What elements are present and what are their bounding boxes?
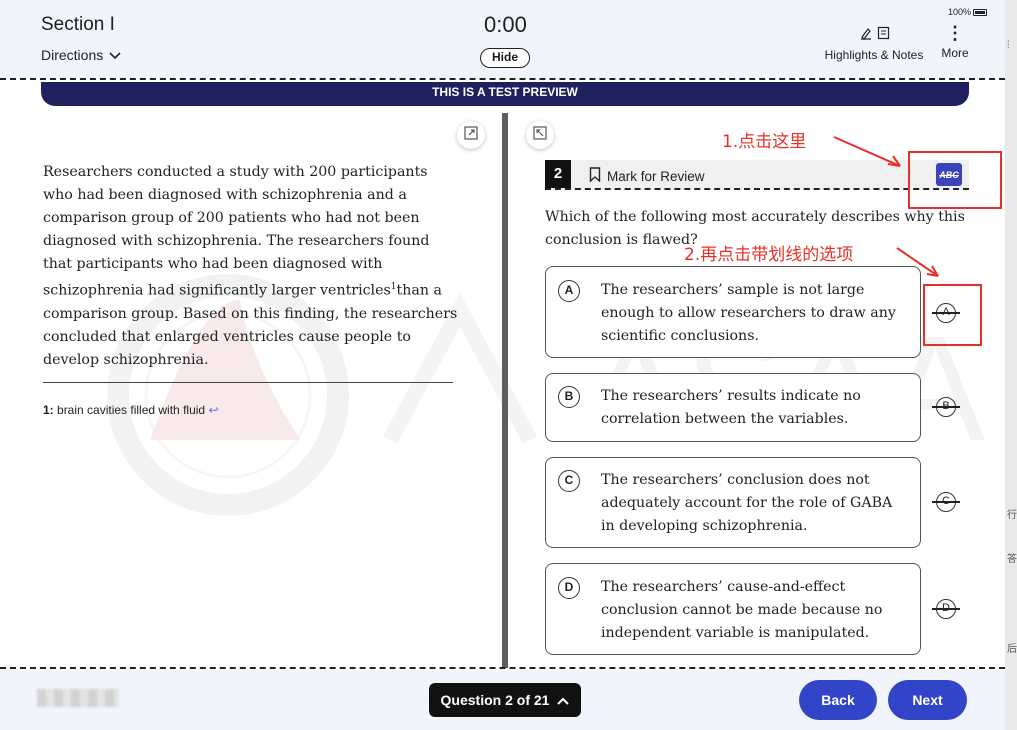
strip-char: 行 (1007, 510, 1017, 521)
chevron-up-icon (557, 692, 570, 708)
back-button[interactable]: Back (799, 680, 877, 720)
strip-char: 答 (1007, 554, 1017, 565)
question-navigator-button[interactable]: Question 2 of 21 (429, 683, 581, 717)
next-button[interactable]: Next (888, 680, 967, 720)
window-edge-strip: ⫶ 行 答 后 (1005, 0, 1017, 730)
user-name-blurred (37, 689, 119, 707)
strip-char: 后 (1007, 644, 1017, 655)
annotation-arrows (833, 136, 939, 277)
strip-grip-icon: ⫶ (1007, 40, 1010, 51)
question-nav-label: Question 2 of 21 (440, 692, 550, 708)
